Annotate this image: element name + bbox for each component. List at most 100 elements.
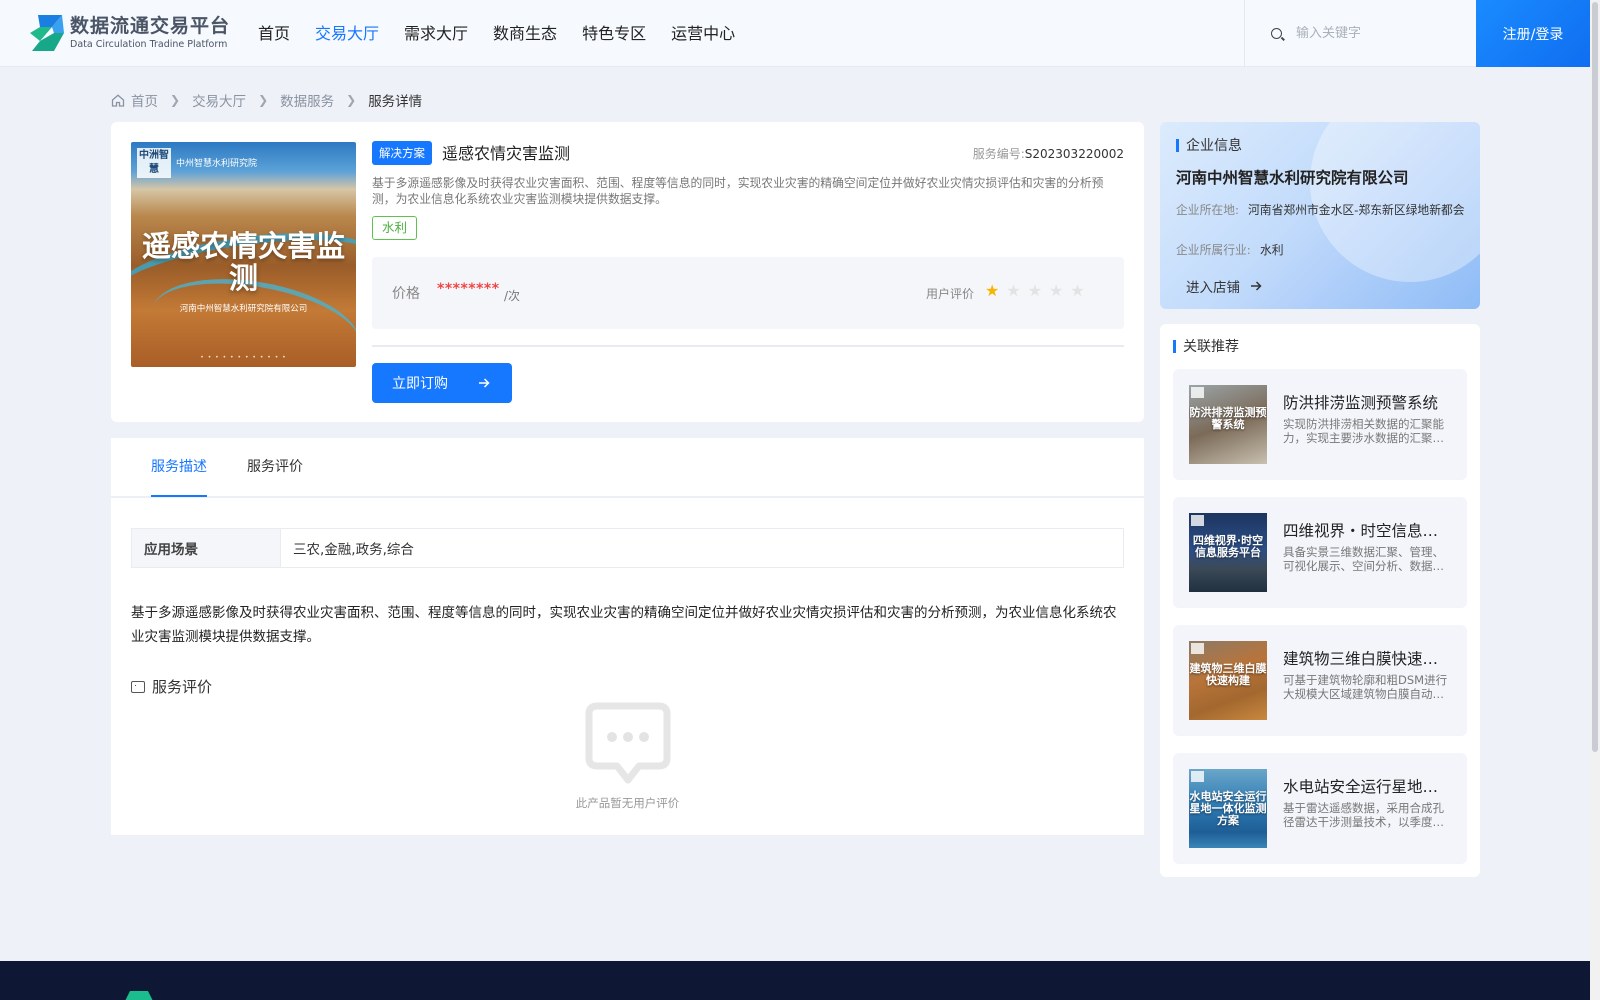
related-recommend-card: 关联推荐 防洪排涝监测预警系统 防洪排涝监测预警系统 实现防洪排涝相关数据的汇聚… [1160,324,1480,877]
recommend-desc: 可基于建筑物轮廓和粗DSM进行大规模大区域建筑物白膜自动化构建。 [1283,674,1448,701]
scrollbar-thumb[interactable] [1592,2,1598,752]
home-icon[interactable] [111,93,125,107]
enter-shop-label: 进入店铺 [1186,280,1240,296]
login-register-button[interactable]: 注册/登录 [1476,0,1590,67]
logo-mark-icon [28,13,66,53]
chevron-right-icon: ❯ [170,93,181,107]
location-key: 企业所在地: [1176,203,1239,217]
location-value: 河南省郑州市金水区-郑东新区绿地新都会 [1248,203,1465,217]
recommend-item[interactable]: 四维视界·时空信息服务平台 四维视界・时空信息服务平台 具备实景三维数据汇聚、管… [1173,497,1467,608]
recommend-item[interactable]: 防洪排涝监测预警系统 防洪排涝监测预警系统 实现防洪排涝相关数据的汇聚能力，实现… [1173,369,1467,480]
star-empty-icon: ★ [1049,281,1064,300]
thumb-badge [1191,643,1204,654]
search-icon[interactable] [1271,28,1282,39]
service-number-value: S202303220002 [1024,147,1124,161]
enter-shop-link[interactable]: 进入店铺 [1186,276,1262,296]
price-label: 价格 [392,286,420,302]
page-scrollbar[interactable] [1590,0,1600,1000]
star-filled-icon: ★ [985,281,1000,300]
scene-value: 三农,金融,政务,综合 [293,542,414,558]
breadcrumb-home[interactable]: 首页 [131,90,158,110]
main-nav: 首页 交易大厅 需求大厅 数商生态 特色专区 运营中心 [258,22,760,46]
platform-logo[interactable]: 数据流通交易平台 Data Circulation Tradine Platfo… [28,13,230,53]
breadcrumb-data-service[interactable]: 数据服务 [280,90,334,110]
review-section-label: 服务评价 [152,678,213,696]
service-number-label: 服务编号: [972,147,1025,161]
detail-tabs-card: 服务描述 服务评价 应用场景 三农,金融,政务,综合 基于多源遥感影像及时获得农… [111,438,1144,835]
cover-title: 遥感农情灾害监测 [141,229,345,295]
company-section-title: 企业信息 [1176,135,1242,155]
nav-item-home[interactable]: 首页 [258,22,290,46]
recommend-title: 防洪排涝监测预警系统 [1283,394,1439,412]
thumb-title: 防洪排涝监测预警系统 [1189,406,1267,431]
empty-review-text: 此产品暂无用户评价 [575,796,680,810]
nav-item-ecosystem[interactable]: 数商生态 [493,22,557,46]
breadcrumb-current: 服务详情 [368,94,423,110]
star-empty-icon: ★ [1006,281,1021,300]
search-input[interactable] [1296,26,1456,41]
company-section-label: 企业信息 [1186,138,1242,154]
header-search [1244,0,1476,67]
recommend-desc: 实现防洪排涝相关数据的汇聚能力，实现主要涉水数据的汇聚、管理与应用。 [1283,418,1444,445]
tab-service-description[interactable]: 服务描述 [151,456,207,478]
nav-item-demand-hall[interactable]: 需求大厅 [404,22,468,46]
nav-item-trading-hall[interactable]: 交易大厅 [315,22,379,46]
tab-bar: 服务描述 服务评价 [111,438,1144,498]
recommend-thumbnail: 四维视界·时空信息服务平台 [1189,513,1267,592]
company-info-card: 企业信息 河南中州智慧水利研究院有限公司 企业所在地: 河南省郑州市金水区-郑东… [1160,122,1480,309]
recommend-item[interactable]: 水电站安全运行星地一体化监测方案 水电站安全运行星地一体化监测方案 基于雷达遥感… [1173,753,1467,864]
logo-title: 数据流通交易平台 [70,15,231,37]
thumb-title: 水电站安全运行星地一体化监测方案 [1189,790,1267,827]
product-title: 遥感农情灾害监测 [442,144,571,163]
tab-service-review[interactable]: 服务评价 [247,456,303,478]
industry-value: 水利 [1260,243,1284,257]
product-description: 基于多源遥感影像及时获得农业灾害面积、范围、程度等信息的同时，实现农业灾害的精确… [372,176,1104,206]
cover-footer-text: • • • • • • • • • • • • [200,354,287,361]
recommend-item[interactable]: 建筑物三维白膜快速构建 建筑物三维白膜快速构建 可基于建筑物轮廓和粗DSM进行大… [1173,625,1467,736]
recommend-desc: 具备实景三维数据汇聚、管理、可视化展示、空间分析、数据共享等功能。 [1283,546,1444,573]
divider [372,345,1124,347]
thumb-badge [1191,771,1204,782]
thumb-badge [1191,515,1204,526]
empty-comment-icon [585,702,671,794]
breadcrumb-trading-hall[interactable]: 交易大厅 [192,90,246,110]
thumb-title: 建筑物三维白膜快速构建 [1189,662,1267,687]
application-scene-table: 应用场景 三农,金融,政务,综合 [131,528,1124,568]
recommend-title: 四维视界・时空信息服务平台 [1283,522,1448,540]
industry-key: 企业所属行业: [1176,243,1251,257]
rating-label: 用户评价 [926,287,975,301]
company-location-row: 企业所在地: 河南省郑州市金水区-郑东新区绿地新都会 [1176,203,1466,217]
nav-item-operation-center[interactable]: 运营中心 [671,22,735,46]
top-header: 数据流通交易平台 Data Circulation Tradine Platfo… [0,0,1590,67]
price-value: ******** [437,281,500,297]
recommend-thumbnail: 建筑物三维白膜快速构建 [1189,641,1267,720]
recommend-desc: 基于雷达遥感数据，采用合成孔径雷达干涉测量技术，以季度频次监测。 [1283,802,1444,829]
review-section-title: 服务评价 [131,676,212,697]
recommend-section-label: 关联推荐 [1183,339,1239,355]
section-bar [1176,138,1179,152]
page-footer [0,961,1590,1000]
recommend-title: 水电站安全运行星地一体化监测方案 [1283,778,1448,796]
footer-logo-icon [124,991,154,1000]
buy-now-label: 立即订购 [392,376,448,392]
cover-org: 中州智慧水利研究院 [176,159,258,169]
comment-icon [131,680,145,693]
product-card: 中洲智慧 中州智慧水利研究院 遥感农情灾害监测 河南中州智慧水利研究院有限公司 … [111,122,1144,422]
product-type-tag: 解决方案 [372,141,432,165]
recommend-title: 建筑物三维白膜快速构建 [1283,650,1448,668]
product-cover-image: 中洲智慧 中州智慧水利研究院 遥感农情灾害监测 河南中州智慧水利研究院有限公司 … [131,142,356,367]
recommend-section-title: 关联推荐 [1173,336,1239,356]
tab-active-indicator [151,495,207,497]
service-full-description: 基于多源遥感影像及时获得农业灾害面积、范围、程度等信息的同时，实现农业灾害的精确… [131,605,1117,645]
chevron-right-icon: ❯ [346,93,357,107]
scene-key: 应用场景 [132,529,281,567]
logo-subtitle: Data Circulation Tradine Platform [70,39,228,50]
industry-tag: 水利 [372,216,418,240]
chevron-right-icon: ❯ [258,93,269,107]
buy-now-button[interactable]: 立即订购 [372,363,512,403]
company-industry-row: 企业所属行业: 水利 [1176,243,1478,257]
recommend-thumbnail: 防洪排涝监测预警系统 [1189,385,1267,464]
nav-item-featured-zone[interactable]: 特色专区 [582,22,646,46]
price-box: 价格 ******** /次 用户评价 ★ ★ ★ ★ ★ [372,257,1124,329]
breadcrumb: 首页 ❯ 交易大厅 ❯ 数据服务 ❯ 服务详情 [111,90,422,110]
